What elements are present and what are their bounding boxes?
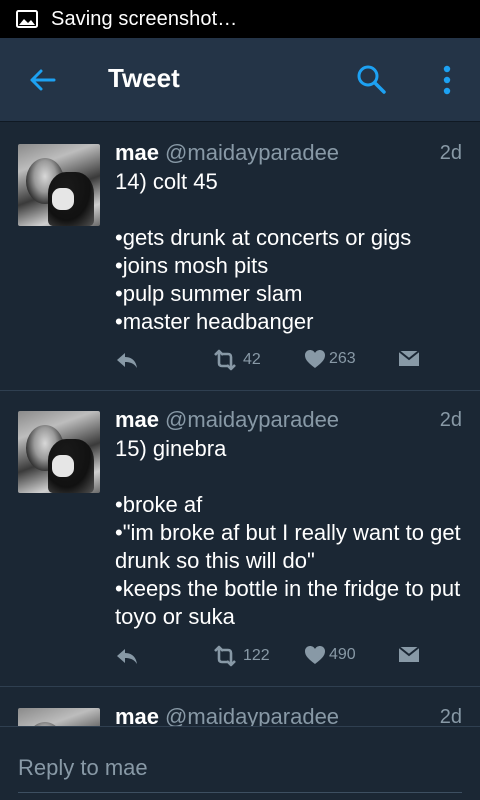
image-icon [16, 10, 38, 28]
heart-icon [305, 646, 325, 664]
avatar[interactable] [18, 144, 100, 226]
retweet-count: 122 [243, 647, 270, 664]
author-name[interactable]: mae [115, 140, 159, 165]
direct-message-button[interactable] [398, 349, 420, 367]
author-line[interactable]: mae @maidayparadee [115, 407, 339, 433]
direct-message-button[interactable] [398, 645, 420, 663]
author-name[interactable]: mae [115, 704, 159, 726]
avatar[interactable] [18, 708, 100, 726]
reply-bar [0, 726, 480, 800]
envelope-icon [398, 350, 420, 366]
tweet-item[interactable]: mae @maidayparadee 2d 14) colt 45 •gets d… [0, 123, 480, 391]
tweet-item[interactable]: mae @maidayparadee 2d [0, 688, 480, 726]
tweet-item[interactable]: mae @maidayparadee 2d 15) ginebra •broke … [0, 391, 480, 687]
author-handle[interactable]: @maidayparadee [165, 704, 339, 726]
retweet-button[interactable]: 42 [210, 349, 261, 371]
reply-button[interactable] [115, 645, 139, 667]
tweet-actions: 42 263 [115, 349, 425, 379]
retweet-icon [214, 645, 236, 667]
author-handle[interactable]: @maidayparadee [165, 140, 339, 165]
tweet-time: 2d [439, 706, 462, 726]
reply-button[interactable] [115, 349, 139, 371]
author-handle[interactable]: @maidayparadee [165, 407, 339, 432]
retweet-count: 42 [243, 351, 261, 368]
author-line[interactable]: mae @maidayparadee [115, 704, 339, 726]
reply-icon [117, 353, 137, 368]
reply-input[interactable] [18, 749, 462, 793]
page-title: Tweet [108, 63, 180, 93]
search-icon[interactable] [354, 62, 388, 96]
status-text: Saving screenshot… [51, 7, 238, 30]
retweet-button[interactable]: 122 [210, 645, 270, 667]
back-arrow-icon[interactable] [26, 64, 58, 96]
tweet-actions: 122 490 [115, 645, 425, 675]
like-count: 263 [329, 350, 356, 367]
like-button[interactable]: 263 [304, 349, 356, 369]
retweet-icon [214, 349, 236, 371]
avatar-photo-hand [52, 455, 74, 477]
app-bar: Tweet [0, 38, 480, 122]
author-line[interactable]: mae @maidayparadee [115, 140, 339, 166]
tweet-text: 15) ginebra •broke af •"im broke af but … [115, 436, 461, 629]
heart-icon [305, 350, 325, 368]
author-name[interactable]: mae [115, 407, 159, 432]
tweet-time: 2d [439, 409, 462, 431]
avatar[interactable] [18, 411, 100, 493]
tweet-text: 14) colt 45 •gets drunk at concerts or g… [115, 169, 412, 334]
reply-icon [117, 649, 137, 664]
avatar-photo-hand [52, 188, 74, 210]
like-button[interactable]: 490 [304, 645, 356, 665]
envelope-icon [398, 646, 420, 662]
like-count: 490 [329, 646, 356, 663]
status-bar: Saving screenshot… [0, 0, 480, 38]
more-vertical-icon[interactable] [434, 62, 460, 98]
tweet-time: 2d [439, 142, 462, 164]
